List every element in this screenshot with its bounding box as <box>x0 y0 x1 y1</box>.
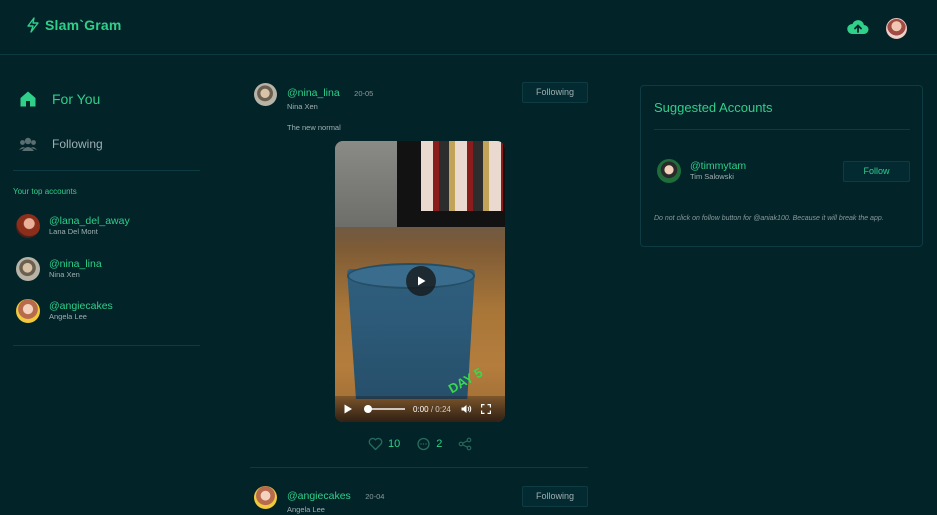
divider <box>250 467 588 468</box>
time-total: 0:24 <box>435 404 451 414</box>
post-author-name: Angela Lee <box>287 505 325 514</box>
following-button[interactable]: Following <box>522 486 588 507</box>
top-account-item[interactable]: @angiecakes Angela Lee <box>16 299 113 323</box>
like-count: 10 <box>388 438 401 450</box>
divider <box>654 129 910 130</box>
video-controls: 0:00 / 0:24 <box>335 396 505 422</box>
post-handle[interactable]: @angiecakes <box>287 490 351 502</box>
users-icon <box>19 137 37 151</box>
post-actions: 10 2 <box>368 437 472 451</box>
following-button[interactable]: Following <box>522 82 588 103</box>
avatar <box>16 214 40 238</box>
account-name: Tim Salowski <box>690 172 734 181</box>
sidebar-item-label: Following <box>52 137 103 151</box>
cloud-upload-icon[interactable] <box>847 18 869 41</box>
user-avatar[interactable] <box>886 18 907 39</box>
suggested-title: Suggested Accounts <box>654 100 773 115</box>
account-handle: @timmytam <box>690 160 747 172</box>
post-author-name: Nina Xen <box>287 102 318 111</box>
suggested-note: Do not click on follow button for @aniak… <box>654 215 884 222</box>
heart-icon[interactable] <box>368 437 383 451</box>
play-icon[interactable] <box>406 266 436 296</box>
avatar <box>16 257 40 281</box>
top-account-item[interactable]: @nina_lina Nina Xen <box>16 257 102 281</box>
post-header: @nina_lina 20-05 Nina Xen <box>254 83 373 112</box>
sidebar-item-for-you[interactable]: For You <box>19 90 100 108</box>
account-handle: @nina_lina <box>49 258 102 270</box>
share-icon[interactable] <box>458 437 472 451</box>
avatar[interactable] <box>254 486 277 509</box>
play-icon[interactable] <box>343 404 353 414</box>
home-icon <box>20 91 36 107</box>
comment-count: 2 <box>436 438 443 450</box>
volume-icon[interactable] <box>461 404 472 414</box>
comment-icon[interactable] <box>416 437 431 451</box>
avatar <box>16 299 40 323</box>
post-date: 20-05 <box>354 89 374 98</box>
account-name: Nina Xen <box>49 270 80 279</box>
fullscreen-icon[interactable] <box>480 404 491 414</box>
sidebar-item-label: For You <box>52 91 101 107</box>
bolt-icon <box>27 17 39 33</box>
app-title: Slam`Gram <box>45 17 122 33</box>
top-accounts-title: Your top accounts <box>13 187 77 196</box>
suggested-account-item[interactable]: @timmytam Tim Salowski <box>657 159 746 183</box>
suggested-accounts-panel: Suggested Accounts @timmytam Tim Salowsk… <box>640 85 923 247</box>
account-name: Angela Lee <box>49 312 87 321</box>
divider <box>13 345 200 346</box>
time-current: 0:00 <box>413 404 429 414</box>
avatar[interactable] <box>254 83 277 106</box>
post-date: 20-04 <box>365 492 385 501</box>
avatar <box>657 159 681 183</box>
divider <box>13 170 200 171</box>
top-account-item[interactable]: @lana_del_away Lana Del Mont <box>16 214 130 238</box>
time-display: 0:00 / 0:24 <box>413 404 451 414</box>
logo[interactable]: Slam`Gram <box>25 17 122 33</box>
video-frame <box>335 141 397 227</box>
seek-bar[interactable] <box>364 405 405 413</box>
seek-handle[interactable] <box>364 405 372 413</box>
top-bar: Slam`Gram <box>0 0 937 55</box>
video-frame <box>421 141 503 211</box>
account-handle: @lana_del_away <box>49 215 130 227</box>
post-header: @angiecakes 20-04 Angela Lee <box>254 486 384 515</box>
account-handle: @angiecakes <box>49 300 113 312</box>
follow-button[interactable]: Follow <box>843 161 910 182</box>
video-player[interactable]: DAY 5 0:00 / 0:24 <box>335 141 505 422</box>
post-caption: The new normal <box>287 123 341 132</box>
sidebar-item-following[interactable]: Following <box>19 136 103 152</box>
post-handle[interactable]: @nina_lina <box>287 87 340 99</box>
account-name: Lana Del Mont <box>49 227 98 236</box>
